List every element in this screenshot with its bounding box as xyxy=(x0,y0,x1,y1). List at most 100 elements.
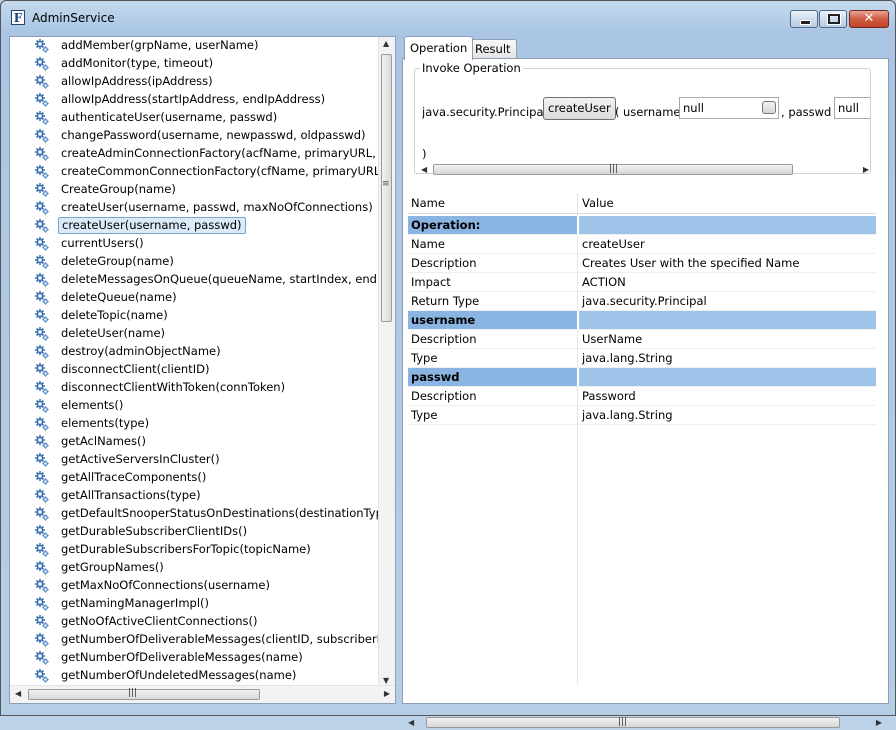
gear-icon xyxy=(34,344,50,360)
scroll-up-arrow-icon[interactable]: ▲ xyxy=(383,39,389,48)
close-button[interactable]: ✕ xyxy=(849,10,889,28)
gear-icon xyxy=(34,614,50,630)
minimize-button[interactable] xyxy=(790,10,818,28)
method-signature: getNumberOfDeliverableMessages(clientID,… xyxy=(61,632,380,646)
scroll-right-arrow-icon[interactable]: ▶ xyxy=(384,689,390,698)
property-name: username xyxy=(411,313,476,327)
property-row[interactable]: Impact ACTION xyxy=(408,273,876,292)
property-row[interactable]: Description Creates User with the specifi… xyxy=(408,254,876,273)
property-name: Name xyxy=(411,237,445,251)
header-name[interactable]: Name xyxy=(411,193,445,214)
property-row[interactable]: Type java.lang.String xyxy=(408,349,876,368)
method-signature: getDurableSubscribersForTopic(topicName) xyxy=(61,542,311,556)
title-bar[interactable]: F AdminService ✕ xyxy=(1,1,895,33)
gear-icon xyxy=(34,524,50,540)
method-list-vertical-scrollbar[interactable]: ▲ ≡ ▼ xyxy=(378,37,395,687)
property-name: Type xyxy=(411,408,438,422)
gear-icon xyxy=(34,470,50,486)
close-icon: ✕ xyxy=(863,11,875,26)
method-signature: allowIpAddress(ipAddress) xyxy=(61,74,213,88)
scroll-left-arrow-icon[interactable]: ◀ xyxy=(15,689,21,698)
scroll-left-arrow-icon[interactable]: ◀ xyxy=(408,718,414,727)
tab-operation[interactable]: Operation xyxy=(404,36,474,60)
property-name: Operation: xyxy=(411,218,481,232)
gear-icon xyxy=(34,560,50,576)
property-row[interactable]: Name createUser xyxy=(408,235,876,254)
method-signature: elements(type) xyxy=(61,416,150,430)
method-signature: addMonitor(type, timeout) xyxy=(61,56,214,70)
method-signature: destroy(adminObjectName) xyxy=(61,344,221,358)
scroll-left-arrow-icon[interactable]: ◀ xyxy=(421,165,427,174)
property-section-row[interactable]: passwd xyxy=(408,368,876,387)
minimize-icon xyxy=(800,20,811,25)
method-signature: disconnectClientWithToken(connToken) xyxy=(61,380,286,394)
gear-icon xyxy=(34,308,50,324)
property-row[interactable]: Type java.lang.String xyxy=(408,406,876,425)
horizontal-scroll-thumb[interactable] xyxy=(28,689,260,700)
property-name: Description xyxy=(411,389,477,403)
app-icon: F xyxy=(11,10,25,25)
method-signature: getDurableSubscriberClientIDs() xyxy=(61,524,248,538)
param-username-field[interactable]: null xyxy=(679,97,779,119)
method-signature: disconnectClient(clientID) xyxy=(61,362,210,376)
browse-icon[interactable] xyxy=(762,101,776,114)
method-signature: getGroupNames() xyxy=(61,560,164,574)
param-passwd-field[interactable]: null xyxy=(834,97,870,119)
invoke-create-user-button[interactable]: createUser xyxy=(543,97,616,120)
gear-icon xyxy=(34,74,50,90)
property-value: java.lang.String xyxy=(582,408,673,422)
gear-icon xyxy=(34,596,50,612)
gear-icon xyxy=(34,380,50,396)
method-signature: deleteMessagesOnQueue(queueName, startIn… xyxy=(61,272,380,286)
gear-icon xyxy=(34,488,50,504)
property-name: Return Type xyxy=(411,294,480,308)
method-signature: CreateGroup(name) xyxy=(61,182,176,196)
separator-comma: , xyxy=(781,105,785,119)
property-row[interactable]: Description Password xyxy=(408,387,876,406)
invoke-horizontal-scrollbar[interactable]: ◀ ||| ▶ xyxy=(421,163,869,177)
property-value: Creates User with the specified Name xyxy=(582,256,800,270)
scroll-grip-icon: ||| xyxy=(618,717,628,727)
property-value: java.security.Principal xyxy=(582,294,707,308)
method-list-horizontal-scrollbar[interactable]: ◀ ||| ▶ xyxy=(10,685,395,703)
scroll-right-arrow-icon[interactable]: ▶ xyxy=(863,165,869,174)
property-value: Password xyxy=(582,389,636,403)
property-section-row[interactable]: Operation: xyxy=(408,216,876,235)
gear-icon xyxy=(34,56,50,72)
method-signature: deleteTopic(name) xyxy=(61,308,168,322)
method-signature: authenticateUser(username, passwd) xyxy=(61,110,278,124)
method-signature: getAclNames() xyxy=(61,434,146,448)
admin-service-window: F AdminService ✕ addMember(grpName, user… xyxy=(0,0,896,728)
method-signature: deleteUser(name) xyxy=(61,326,166,340)
gear-icon xyxy=(34,362,50,378)
gear-icon xyxy=(34,632,50,648)
property-row[interactable]: Return Type java.security.Principal xyxy=(408,292,876,311)
scroll-right-arrow-icon[interactable]: ▶ xyxy=(876,718,882,727)
property-section-row[interactable]: username xyxy=(408,311,876,330)
maximize-button[interactable] xyxy=(819,10,847,28)
gear-icon xyxy=(34,128,50,144)
method-signature: getNoOfActiveClientConnections() xyxy=(61,614,258,628)
gear-icon xyxy=(34,110,50,126)
gear-icon xyxy=(34,146,50,162)
properties-horizontal-scrollbar[interactable]: ◀ ||| ▶ xyxy=(408,716,888,730)
method-signature: deleteGroup(name) xyxy=(61,254,174,268)
properties-scroll-thumb[interactable] xyxy=(426,717,840,728)
property-value: java.lang.String xyxy=(582,351,673,365)
invoke-operation-group: Invoke Operation java.security.Principal… xyxy=(414,61,871,177)
header-value[interactable]: Value xyxy=(582,193,614,214)
method-signature: getNamingManagerImpl() xyxy=(61,596,209,610)
tab-result[interactable]: Result xyxy=(469,39,517,59)
gear-icon xyxy=(34,236,50,252)
property-name: Type xyxy=(411,351,438,365)
property-name: Impact xyxy=(411,275,451,289)
scroll-down-arrow-icon[interactable]: ▼ xyxy=(383,676,389,685)
property-row[interactable]: Description UserName xyxy=(408,330,876,349)
window-title: AdminService xyxy=(32,11,115,25)
gear-icon xyxy=(34,92,50,108)
method-signature: getAllTransactions(type) xyxy=(61,488,201,502)
method-signature: elements() xyxy=(61,398,124,412)
param-username-value: null xyxy=(683,101,704,115)
gear-icon xyxy=(34,416,50,432)
property-name: Description xyxy=(411,332,477,346)
